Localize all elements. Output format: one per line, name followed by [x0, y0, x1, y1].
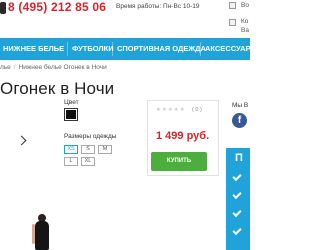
color-label: Цвет: [64, 99, 79, 106]
size-option-s[interactable]: S: [81, 145, 95, 154]
facebook-icon[interactable]: f: [232, 113, 247, 128]
social-label: Мы В: [232, 102, 249, 109]
breadcrumb-item[interactable]: лье: [0, 64, 11, 71]
nav-item-accessories[interactable]: АКСЕССУАРЫ: [205, 38, 250, 60]
nav-item-underwear[interactable]: НИЖНЕЕ БЕЛЬЕ: [3, 38, 64, 60]
account-link-other[interactable]: Ва: [241, 27, 249, 34]
check-icon: [232, 207, 242, 218]
size-option-xl[interactable]: XL: [81, 157, 95, 166]
breadcrumb-current: Нижнее белье Огонек в Ночи: [18, 64, 107, 71]
color-swatch-fill: [66, 110, 76, 119]
check-icon: [232, 171, 242, 182]
account-link-login[interactable]: Во: [241, 2, 249, 9]
reviews-count[interactable]: ( 0 ): [192, 107, 202, 113]
main-nav: НИЖНЕЕ БЕЛЬЕ ФУТБОЛКИ СПОРТИВНАЯ ОДЕЖДА …: [0, 38, 250, 60]
product-photo[interactable]: [30, 214, 54, 250]
check-icon: [232, 225, 242, 236]
buy-button[interactable]: КУПИТЬ: [151, 152, 207, 171]
check-icon: [232, 189, 242, 200]
promo-panel: П: [226, 148, 250, 250]
price: 1 499 руб.: [156, 130, 210, 142]
nav-divider: [200, 42, 201, 56]
photo-model-body: [35, 221, 49, 250]
nav-divider: [67, 42, 68, 56]
size-option-xs[interactable]: XS: [64, 145, 78, 154]
size-option-m[interactable]: M: [98, 145, 112, 154]
nav-divider: [112, 42, 113, 56]
working-hours: Время работы: Пн-Вс 10-19: [116, 3, 200, 10]
phone-icon: [0, 2, 6, 14]
nav-item-sportswear[interactable]: СПОРТИВНАЯ ОДЕЖДА: [117, 38, 206, 60]
account-link-cart[interactable]: Ко: [241, 18, 248, 25]
breadcrumb: лье / Нижнее белье Огонек в Ночи: [0, 64, 107, 74]
login-icon[interactable]: [229, 2, 236, 9]
sizes-label: Размеры одежды: [64, 133, 117, 140]
phone-number[interactable]: 8 (495) 212 85 06: [8, 0, 106, 14]
size-option-l[interactable]: L: [64, 157, 78, 166]
gallery-next-arrow-icon[interactable]: [16, 135, 27, 146]
color-swatch-black[interactable]: [64, 108, 78, 121]
breadcrumb-separator: /: [13, 64, 16, 71]
rating-stars-icon[interactable]: ★★★★★: [156, 107, 186, 113]
nav-item-tshirts[interactable]: ФУТБОЛКИ: [72, 38, 114, 60]
cart-icon[interactable]: [229, 19, 236, 26]
promo-title: П: [235, 152, 243, 164]
header: 8 (495) 212 85 06 Время работы: Пн-Вс 10…: [0, 0, 250, 36]
page-title: Огонек в Ночи: [0, 79, 115, 98]
